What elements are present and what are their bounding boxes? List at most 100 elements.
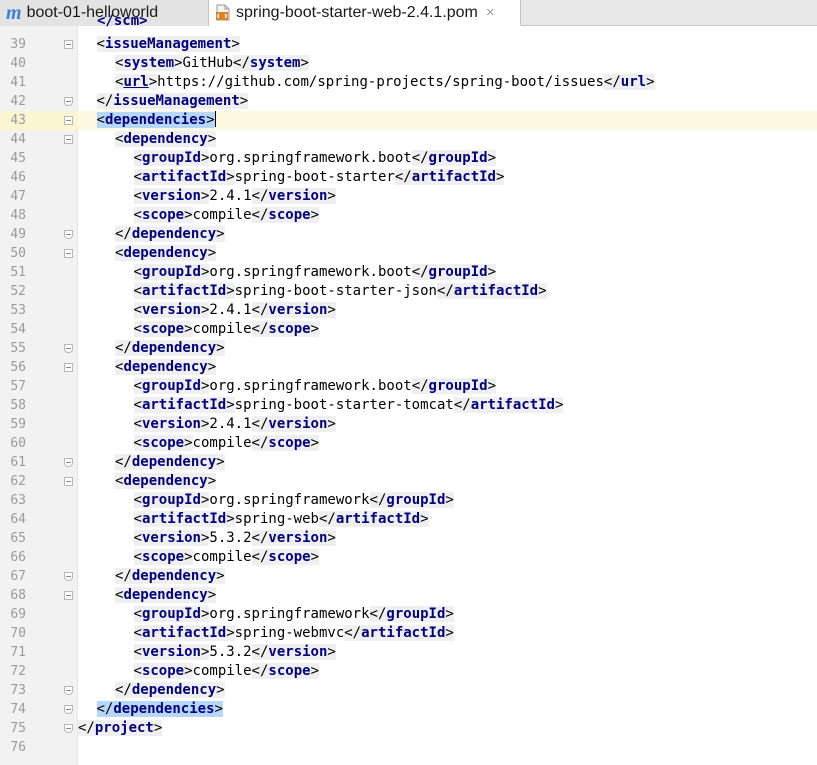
code-line[interactable]: 64 <artifactId>spring-web</artifactId>: [0, 510, 817, 529]
line-number: 48: [10, 208, 26, 223]
code-text: <dependency>: [115, 358, 217, 377]
tag-name: scope: [268, 207, 311, 223]
fold-collapse-icon[interactable]: [64, 116, 73, 125]
fold-end-icon[interactable]: [64, 705, 73, 714]
code-line[interactable]: 52 <artifactId>spring-boot-starter-json</…: [0, 282, 817, 301]
fold-end-icon[interactable]: [64, 686, 73, 695]
code-line[interactable]: 75 </project>: [0, 719, 817, 738]
code-line[interactable]: 42 </issueManagement>: [0, 92, 817, 111]
code-line[interactable]: 70 <artifactId>spring-webmvc</artifactId>: [0, 624, 817, 643]
code-line[interactable]: 39 <issueManagement>: [0, 35, 817, 54]
code-line[interactable]: 74 </dependencies>: [0, 700, 817, 719]
tag-name: version: [268, 644, 328, 660]
code-editor[interactable]: </scm> 39 <issueManagement> 40 <system>GitH…: [0, 13, 817, 765]
fold-end-icon[interactable]: [64, 230, 73, 239]
tag-name: artifactId: [141, 625, 227, 641]
tag-value: org.springframework.boot: [209, 150, 412, 166]
xml-tag: </groupId>: [369, 606, 454, 622]
line-number: 68: [10, 588, 26, 603]
code-line[interactable]: 47 <version>2.4.1</version>: [0, 187, 817, 206]
xml-tag: </version>: [251, 644, 336, 660]
code-text: <groupId>org.springframework.boot</group…: [133, 377, 496, 396]
tag-name[interactable]: url: [123, 74, 148, 90]
code-line[interactable]: 76: [0, 738, 817, 757]
fold-end-icon[interactable]: [64, 97, 73, 106]
tag-name: version: [141, 302, 201, 318]
code-line[interactable]: 40 <system>GitHub</system>: [0, 54, 817, 73]
code-line[interactable]: 73 </dependency>: [0, 681, 817, 700]
tag-value: 2.4.1: [209, 188, 252, 204]
tag-value: spring-boot-starter-json: [234, 283, 437, 299]
code-line[interactable]: 54 <scope>compile</scope>: [0, 320, 817, 339]
code-line[interactable]: 60 <scope>compile</scope>: [0, 434, 817, 453]
code-line[interactable]: 43 <dependencies>: [0, 111, 817, 130]
code-line[interactable]: 58 <artifactId>spring-boot-starter-tomcat…: [0, 396, 817, 415]
fold-end-icon[interactable]: [64, 344, 73, 353]
fold-collapse-icon[interactable]: [64, 591, 73, 600]
xml-tag: </dependency>: [115, 226, 225, 242]
fold-end-icon[interactable]: [64, 458, 73, 467]
xml-tag: <version>: [133, 530, 210, 546]
xml-tag: <artifactId>: [133, 625, 235, 641]
code-line[interactable]: 59 <version>2.4.1</version>: [0, 415, 817, 434]
line-number: 55: [10, 341, 26, 356]
tag-name: project: [94, 720, 154, 736]
xml-tag: </version>: [251, 530, 336, 546]
line-number: 76: [10, 740, 26, 755]
fold-collapse-icon[interactable]: [64, 363, 73, 372]
code-line[interactable]: 55 </dependency>: [0, 339, 817, 358]
tag-name: url: [620, 74, 647, 90]
tag-name: dependencies: [113, 701, 215, 717]
code-text: </dependency>: [115, 225, 225, 244]
code-line[interactable]: 72 <scope>compile</scope>: [0, 662, 817, 681]
tag-value: compile: [192, 207, 252, 223]
tag-name: groupId: [428, 150, 488, 166]
xml-tag: </artifactId>: [453, 397, 564, 413]
code-line[interactable]: 46 <artifactId>spring-boot-starter</artif…: [0, 168, 817, 187]
tag-name: dependency: [123, 131, 208, 147]
line-number: 60: [10, 436, 26, 451]
tag-name: groupId: [141, 264, 201, 280]
code-line[interactable]: 69 <groupId>org.springframework</groupId>: [0, 605, 817, 624]
code-line[interactable]: 67 </dependency>: [0, 567, 817, 586]
tag-value: spring-boot-starter-tomcat: [234, 397, 454, 413]
fold-end-icon[interactable]: [64, 724, 73, 733]
code-line[interactable]: 41 <url>https://github.com/spring-project…: [0, 73, 817, 92]
code-text: </dependencies>: [96, 700, 223, 719]
line-number: 57: [10, 379, 26, 394]
fold-collapse-icon[interactable]: [64, 40, 73, 49]
line-number: 44: [10, 132, 26, 147]
tag-value: org.springframework.boot: [209, 378, 412, 394]
tag-value: 5.3.2: [209, 530, 252, 546]
xml-tag: <scope>: [133, 321, 193, 337]
code-line[interactable]: 56 <dependency>: [0, 358, 817, 377]
code-text: <groupId>org.springframework.boot</group…: [133, 149, 496, 168]
code-line[interactable]: 61 </dependency>: [0, 453, 817, 472]
code-line[interactable]: 66 <scope>compile</scope>: [0, 548, 817, 567]
code-line[interactable]: 63 <groupId>org.springframework</groupId>: [0, 491, 817, 510]
line-number: 65: [10, 531, 26, 546]
fold-collapse-icon[interactable]: [64, 477, 73, 486]
code-line[interactable]: 53 <version>2.4.1</version>: [0, 301, 817, 320]
xml-tag: <version>: [133, 644, 210, 660]
code-line[interactable]: 49 </dependency>: [0, 225, 817, 244]
fold-collapse-icon[interactable]: [64, 135, 73, 144]
code-line[interactable]: 68 <dependency>: [0, 586, 817, 605]
code-line[interactable]: 51 <groupId>org.springframework.boot</gro…: [0, 263, 817, 282]
tag-value: compile: [192, 549, 252, 565]
code-line[interactable]: 62 <dependency>: [0, 472, 817, 491]
xml-tag: <scope>: [133, 663, 193, 679]
fold-end-icon[interactable]: [64, 572, 73, 581]
fold-collapse-icon[interactable]: [64, 249, 73, 258]
xml-tag: </project>: [78, 720, 163, 736]
code-line[interactable]: 48 <scope>compile</scope>: [0, 206, 817, 225]
code-line[interactable]: 71 <version>5.3.2</version>: [0, 643, 817, 662]
code-line[interactable]: 45 <groupId>org.springframework.boot</gro…: [0, 149, 817, 168]
code-text: <artifactId>spring-boot-starter-json</ar…: [133, 282, 547, 301]
line-number: 46: [10, 170, 26, 185]
code-line[interactable]: 50 <dependency>: [0, 244, 817, 263]
code-line[interactable]: 44 <dependency>: [0, 130, 817, 149]
code-line[interactable]: 65 <version>5.3.2</version>: [0, 529, 817, 548]
code-line[interactable]: 57 <groupId>org.springframework.boot</gro…: [0, 377, 817, 396]
xml-tag: <groupId>: [133, 264, 210, 280]
